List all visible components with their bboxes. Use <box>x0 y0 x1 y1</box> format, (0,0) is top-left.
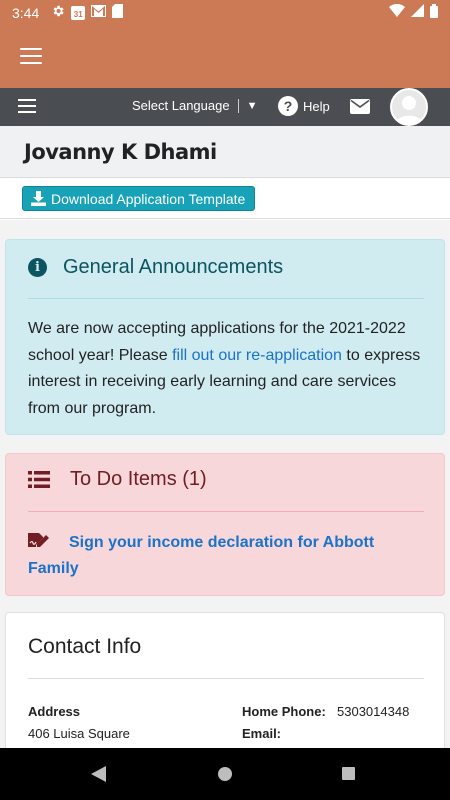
todo-title: To Do Items (1) <box>70 468 207 490</box>
main-content: i General Announcements We are now accep… <box>0 220 450 748</box>
todo-header: To Do Items (1) <box>28 468 207 491</box>
address-label: Address <box>28 704 81 719</box>
email-label: Email: <box>242 726 282 741</box>
caret-down-icon: ▼ <box>246 99 258 112</box>
todo-item-label: Sign your income declaration for Abbott … <box>28 534 375 577</box>
envelope-icon[interactable] <box>350 99 370 119</box>
address-value: 406 Luisa Square <box>28 726 130 741</box>
language-divider <box>237 98 239 113</box>
announcements-body: We are now accepting applications for th… <box>28 316 426 422</box>
gmail-icon <box>91 4 107 22</box>
announcements-header: i General Announcements <box>28 256 283 279</box>
download-template-label: Download Application Template <box>51 190 246 207</box>
sd-card-icon <box>112 3 124 23</box>
signature-icon <box>28 533 49 547</box>
battery-icon <box>430 3 438 23</box>
hamburger-menu-icon[interactable] <box>20 48 42 66</box>
todo-card: To Do Items (1) Sign your income declara… <box>5 453 445 596</box>
home-phone-label: Home Phone: <box>242 704 326 719</box>
todo-divider <box>28 511 424 512</box>
language-select[interactable]: Select Language ▼ <box>132 98 257 113</box>
nav-hamburger-menu-icon[interactable] <box>18 99 36 115</box>
re-application-link[interactable]: fill out our re-application <box>172 347 342 364</box>
status-bar: 3:44 31 <box>0 0 450 26</box>
profile-header: Jovanny K Dhami <box>0 126 450 178</box>
contact-divider <box>28 678 424 679</box>
download-template-button[interactable]: Download Application Template <box>22 186 256 211</box>
user-avatar-icon[interactable] <box>390 88 428 126</box>
info-circle-icon: i <box>28 258 47 277</box>
system-navigation-bar <box>0 748 450 800</box>
announcements-card: i General Announcements We are now accep… <box>5 239 445 435</box>
help-label: Help <box>303 98 330 114</box>
settings-icon <box>51 4 65 23</box>
announcements-title: General Announcements <box>63 256 284 278</box>
help-button[interactable]: ? Help <box>278 96 330 116</box>
announcements-divider <box>28 298 424 299</box>
top-nav-bar: Select Language ▼ ? Help <box>0 88 450 126</box>
contact-title: Contact Info <box>28 635 142 658</box>
list-icon <box>28 471 50 488</box>
question-circle-icon: ? <box>278 96 298 116</box>
calendar-icon: 31 <box>71 6 86 20</box>
profile-name: Jovanny K Dhami <box>24 140 217 164</box>
todo-item-income-declaration[interactable]: Sign your income declaration for Abbott … <box>28 530 426 582</box>
download-icon <box>31 191 46 206</box>
calendar-day: 31 <box>73 10 83 19</box>
language-select-label: Select Language <box>132 98 230 113</box>
app-bar <box>0 26 450 88</box>
back-triangle-icon[interactable] <box>91 766 106 787</box>
home-circle-icon[interactable] <box>218 767 232 781</box>
home-phone-value: 5303014348 <box>337 704 410 719</box>
wifi-icon <box>389 3 405 22</box>
status-time: 3:44 <box>12 5 40 21</box>
signal-icon <box>411 4 424 22</box>
contact-info-card: Contact Info Address 406 Luisa Square Ho… <box>5 612 445 748</box>
recents-square-icon[interactable] <box>342 767 355 780</box>
download-row: Download Application Template <box>0 179 450 219</box>
